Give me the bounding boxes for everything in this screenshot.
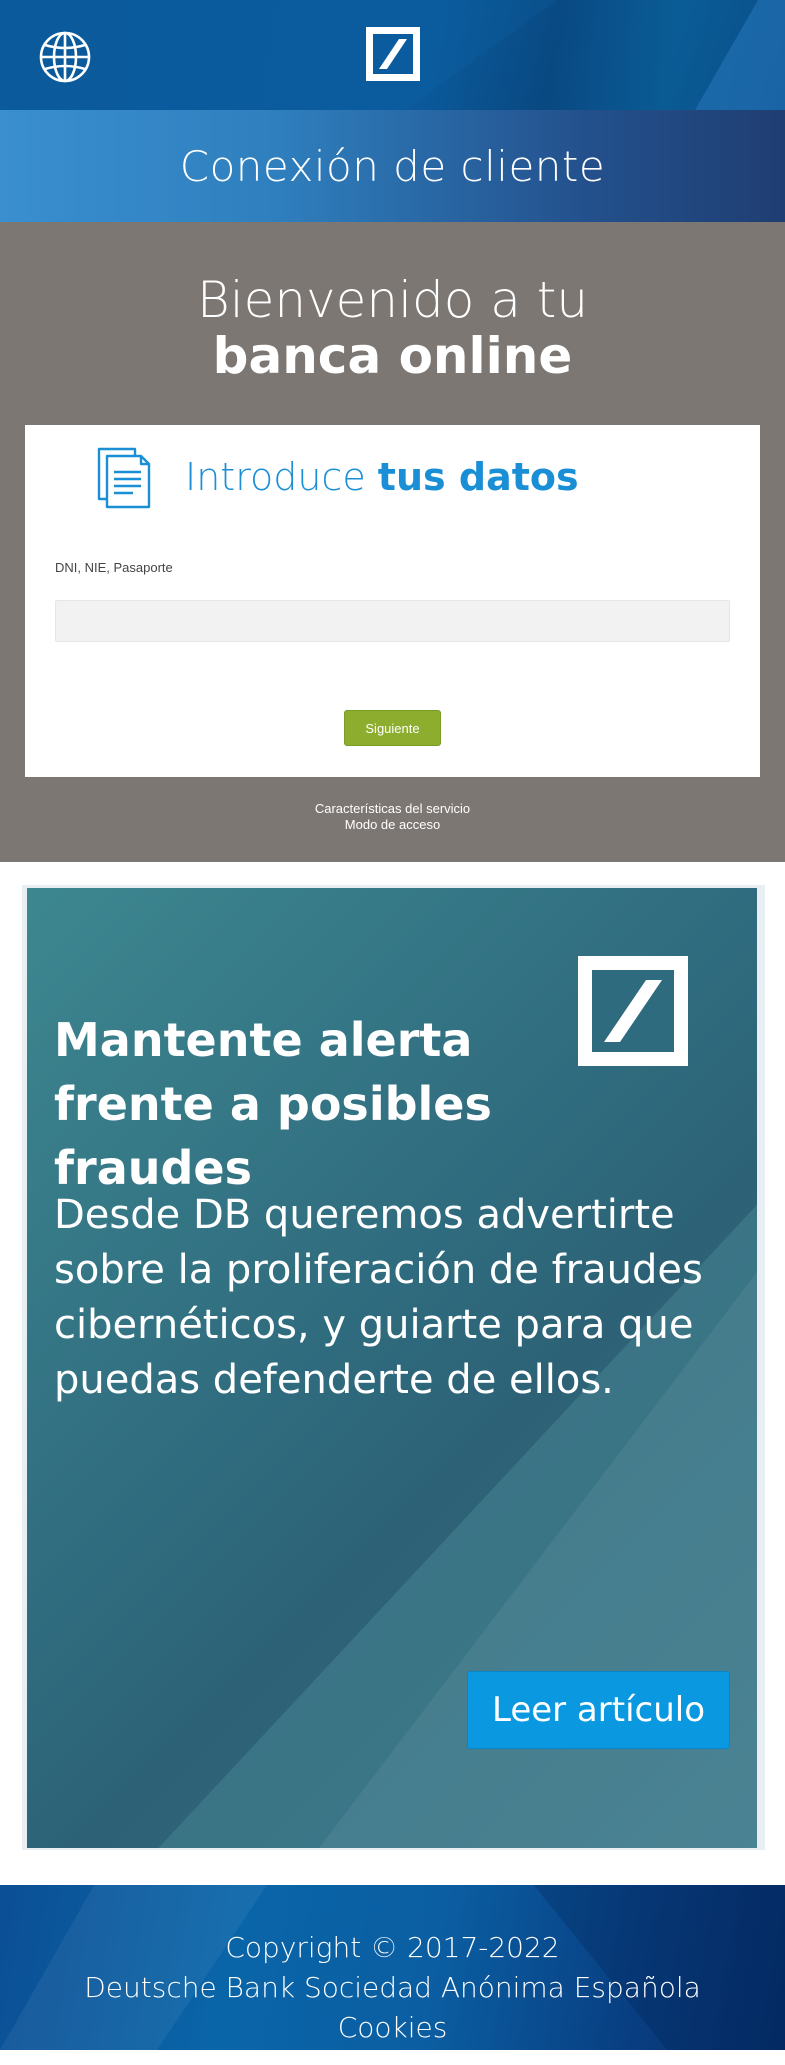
promo-heading-line-2: frente a posibles fraudes <box>54 1077 492 1195</box>
promo-banner-frame: Mantente alerta frente a posibles fraude… <box>22 885 765 1850</box>
read-article-button[interactable]: Leer artículo <box>467 1671 730 1749</box>
id-field-label: DNI, NIE, Pasaporte <box>55 560 173 575</box>
page-title: Conexión de cliente <box>179 141 606 191</box>
footer-text: Copyright © 2017-2022 Deutsche Bank Soci… <box>0 1885 785 2048</box>
footer: Copyright © 2017-2022 Deutsche Bank Soci… <box>0 1885 785 2050</box>
promo-heading-line-1: Mantente alerta <box>54 1013 473 1067</box>
deutsche-bank-logo[interactable] <box>366 27 420 81</box>
copyright-text: Copyright © 2017-2022 <box>225 1931 560 1964</box>
service-links: Características del servicio Modo de acc… <box>0 801 785 833</box>
globe-icon[interactable] <box>38 30 92 84</box>
card-title-bold: tus datos <box>377 455 579 499</box>
top-header <box>0 0 785 110</box>
fraud-alert-banner[interactable]: Mantente alerta frente a posibles fraude… <box>27 888 757 1848</box>
login-section: Bienvenido a tu banca online Introduce t… <box>0 222 785 862</box>
card-title-light: Introduce <box>185 455 378 499</box>
access-mode-link[interactable]: Modo de acceso <box>0 817 785 833</box>
welcome-line-2: banca online <box>212 327 573 385</box>
login-card: Introduce tus datos DNI, NIE, Pasaporte … <box>25 425 760 777</box>
id-document-input[interactable] <box>55 600 730 642</box>
card-title: Introduce tus datos <box>185 455 579 499</box>
document-icon <box>97 447 151 509</box>
promo-text: Desde DB queremos advertirte sobre la pr… <box>54 1192 703 1403</box>
welcome-line-1: Bienvenido a tu <box>196 271 589 329</box>
next-button[interactable]: Siguiente <box>344 710 441 746</box>
cookies-link[interactable]: Cookies <box>0 2008 785 2048</box>
promo-heading: Mantente alerta frente a posibles fraude… <box>54 1008 704 1200</box>
welcome-heading: Bienvenido a tu banca online <box>0 272 785 384</box>
company-name: Deutsche Bank Sociedad Anónima Española <box>84 1971 701 2004</box>
title-band: Conexión de cliente <box>0 110 785 222</box>
service-features-link[interactable]: Características del servicio <box>0 801 785 817</box>
